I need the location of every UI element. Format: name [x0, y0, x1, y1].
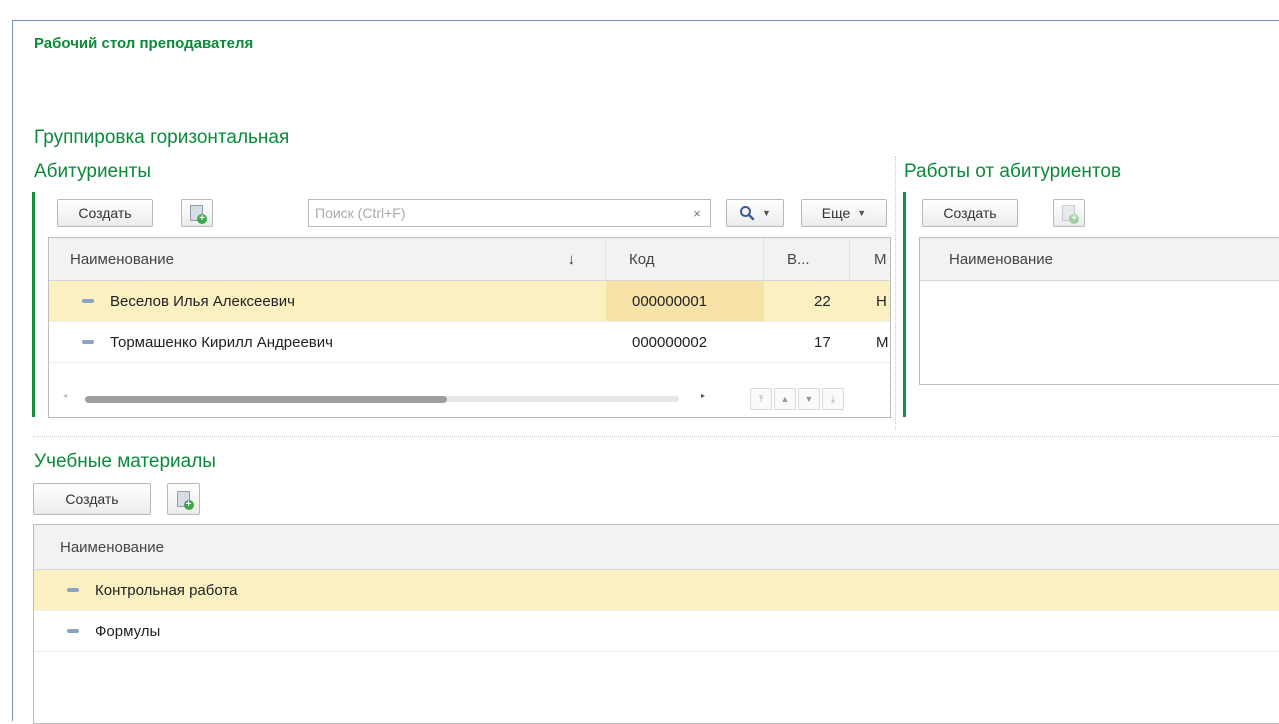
- vertical-divider: [895, 156, 896, 430]
- horizontal-scrollbar[interactable]: ◂ ▸ ⤒ ▲ ▼ ⤓: [49, 386, 890, 410]
- applicants-title: Абитуриенты: [34, 161, 151, 182]
- works-table-header: Наименование: [920, 238, 1279, 281]
- more-button[interactable]: Еще ▼: [801, 199, 887, 227]
- row-m: М: [876, 333, 889, 351]
- clear-icon[interactable]: ×: [684, 206, 710, 221]
- next-icon[interactable]: ▼: [798, 388, 820, 410]
- applicants-table[interactable]: Наименование ↓ Код В... М Веселов Илья А…: [48, 237, 891, 418]
- scroll-right-icon[interactable]: ▸: [701, 391, 705, 400]
- first-page-icon[interactable]: ⤒: [750, 388, 772, 410]
- applicants-search-input[interactable]: Поиск (Ctrl+F) ×: [308, 199, 711, 227]
- row-m: Н: [876, 292, 887, 310]
- row-code: 000000002: [632, 333, 708, 351]
- materials-add-copy-button[interactable]: +: [167, 483, 200, 515]
- works-create-button[interactable]: Создать: [922, 199, 1018, 227]
- more-label: Еще: [821, 205, 851, 221]
- works-add-copy-button[interactable]: +: [1053, 199, 1085, 227]
- table-row[interactable]: Веселов Илья Алексеевич 000000001 22 Н: [49, 281, 890, 322]
- column-header-m[interactable]: М: [850, 238, 890, 280]
- works-accent-bar: [903, 192, 906, 417]
- applicants-create-button[interactable]: Создать: [57, 199, 153, 227]
- row-marker-icon: [82, 299, 94, 303]
- applicants-table-header: Наименование ↓ Код В... М: [49, 238, 890, 281]
- add-copy-icon: +: [176, 490, 194, 510]
- works-title: Работы от абитуриентов: [904, 161, 1122, 182]
- row-age: 17: [814, 333, 831, 351]
- add-copy-icon: +: [190, 204, 207, 224]
- search-placeholder: Поиск (Ctrl+F): [315, 205, 406, 221]
- column-header-name[interactable]: Наименование: [34, 525, 1279, 569]
- materials-create-button[interactable]: Создать: [33, 483, 151, 515]
- group-title: Группировка горизонтальная: [34, 127, 290, 148]
- search-button[interactable]: ▼: [726, 199, 784, 227]
- chevron-down-icon: ▼: [762, 208, 771, 218]
- row-name: Веселов Илья Алексеевич: [110, 292, 295, 310]
- works-table[interactable]: Наименование: [919, 237, 1279, 385]
- materials-title: Учебные материалы: [34, 451, 216, 472]
- list-item[interactable]: Контрольная работа: [34, 570, 1279, 611]
- search-icon: [740, 206, 755, 221]
- row-code: 000000001: [606, 281, 764, 321]
- column-header-name[interactable]: Наименование: [920, 238, 1279, 280]
- column-header-name[interactable]: Наименование ↓: [49, 238, 606, 280]
- row-marker-icon: [82, 340, 94, 344]
- prev-icon[interactable]: ▲: [774, 388, 796, 410]
- row-marker-icon: [67, 629, 79, 633]
- applicants-add-copy-button[interactable]: +: [181, 199, 213, 227]
- applicants-accent-bar: [32, 192, 35, 417]
- row-name: Контрольная работа: [95, 581, 238, 599]
- materials-table[interactable]: Наименование Контрольная работа Формулы: [33, 524, 1279, 724]
- row-marker-icon: [67, 588, 79, 592]
- column-header-code[interactable]: Код: [606, 238, 764, 280]
- add-copy-icon: +: [1062, 204, 1079, 224]
- list-item[interactable]: Формулы: [34, 611, 1279, 652]
- sort-desc-icon: ↓: [567, 250, 576, 268]
- scroll-left-icon[interactable]: ◂: [63, 391, 67, 400]
- row-age: 22: [814, 292, 831, 310]
- table-row[interactable]: Тормашенко Кирилл Андреевич 000000002 17…: [49, 322, 890, 363]
- materials-table-header: Наименование: [34, 525, 1279, 570]
- row-name: Тормашенко Кирилл Андреевич: [110, 333, 333, 351]
- form-window: Рабочий стол преподавателя Группировка г…: [12, 20, 1279, 724]
- scroll-thumb[interactable]: [85, 396, 447, 403]
- document-top-strip: [0, 0, 1279, 20]
- last-page-icon[interactable]: ⤓: [822, 388, 844, 410]
- page-title: Рабочий стол преподавателя: [34, 35, 254, 52]
- chevron-down-icon: ▼: [857, 208, 867, 218]
- row-name: Формулы: [95, 622, 161, 640]
- column-header-age[interactable]: В...: [764, 238, 850, 280]
- horizontal-divider: [33, 436, 1279, 437]
